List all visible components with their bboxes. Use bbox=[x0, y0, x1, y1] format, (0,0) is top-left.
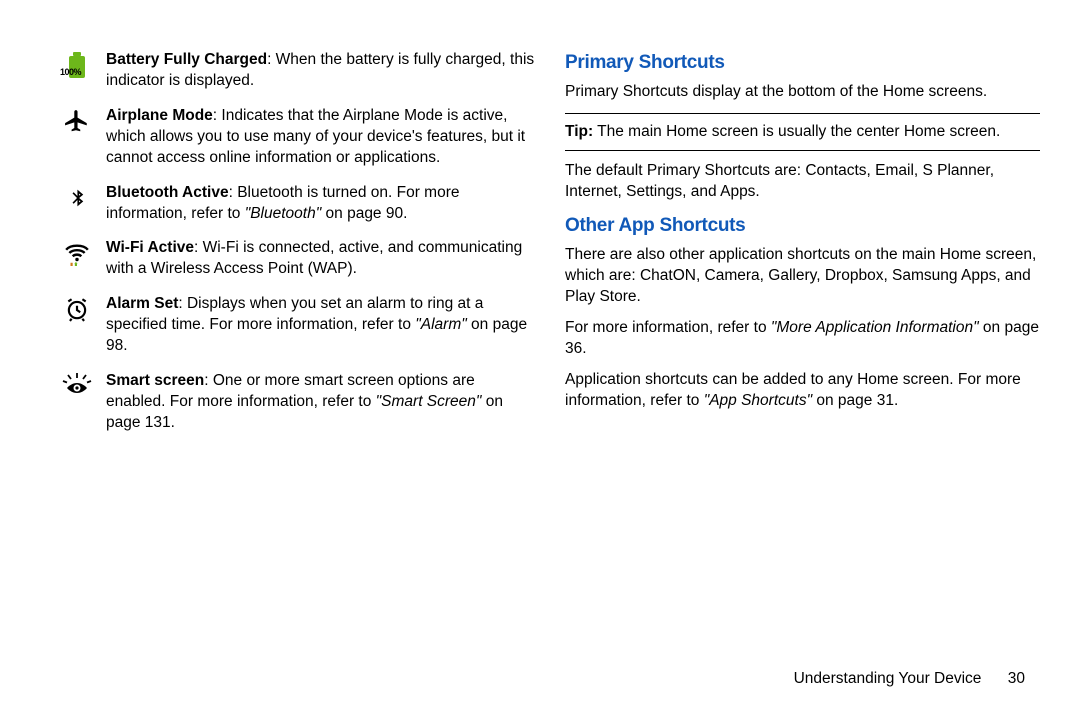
indicator-ref: "Alarm" bbox=[415, 316, 466, 333]
indicator-text: Airplane Mode: Indicates that the Airpla… bbox=[106, 106, 535, 169]
two-column-layout: 100% Battery Fully Charged: When the bat… bbox=[60, 50, 1040, 448]
footer-section: Understanding Your Device bbox=[794, 670, 982, 687]
other-shortcuts-desc: There are also other application shortcu… bbox=[565, 245, 1040, 308]
default-shortcuts-desc: The default Primary Shortcuts are: Conta… bbox=[565, 161, 1040, 203]
indicator-title: Bluetooth Active bbox=[106, 184, 229, 201]
heading-primary-shortcuts: Primary Shortcuts bbox=[565, 50, 1040, 76]
wifi-icon bbox=[60, 238, 94, 266]
ref-title: "More Application Information" bbox=[771, 319, 979, 336]
indicator-ref: "Smart Screen" bbox=[376, 393, 482, 410]
smart-screen-icon bbox=[60, 371, 94, 397]
right-column: Primary Shortcuts Primary Shortcuts disp… bbox=[565, 50, 1040, 448]
indicator-title: Airplane Mode bbox=[106, 107, 213, 124]
heading-other-app-shortcuts: Other App Shortcuts bbox=[565, 213, 1040, 239]
ref-lead: For more information, refer to bbox=[565, 319, 771, 336]
ref-title: "App Shortcuts" bbox=[704, 392, 812, 409]
indicator-text: Battery Fully Charged: When the battery … bbox=[106, 50, 535, 92]
indicator-row-airplane: Airplane Mode: Indicates that the Airpla… bbox=[60, 106, 535, 169]
app-shortcuts-ref: Application shortcuts can be added to an… bbox=[565, 370, 1040, 412]
indicator-body-b: on page 90. bbox=[321, 205, 407, 222]
indicator-row-smart-screen: Smart screen: One or more smart screen o… bbox=[60, 371, 535, 434]
tip-body: The main Home screen is usually the cent… bbox=[593, 123, 1000, 140]
bluetooth-icon bbox=[60, 183, 94, 211]
primary-shortcuts-desc: Primary Shortcuts display at the bottom … bbox=[565, 82, 1040, 103]
tip-label: Tip: bbox=[565, 123, 593, 140]
indicator-text: Bluetooth Active: Bluetooth is turned on… bbox=[106, 183, 535, 225]
alarm-icon bbox=[60, 294, 94, 322]
tip-block: Tip: The main Home screen is usually the… bbox=[565, 113, 1040, 152]
indicator-row-battery: 100% Battery Fully Charged: When the bat… bbox=[60, 50, 535, 92]
battery-full-icon: 100% bbox=[60, 50, 94, 78]
indicator-text: Alarm Set: Displays when you set an alar… bbox=[106, 294, 535, 357]
indicator-row-bluetooth: Bluetooth Active: Bluetooth is turned on… bbox=[60, 183, 535, 225]
ref-tail: on page 31. bbox=[812, 392, 898, 409]
indicator-text: Smart screen: One or more smart screen o… bbox=[106, 371, 535, 434]
left-column: 100% Battery Fully Charged: When the bat… bbox=[60, 50, 535, 448]
manual-page: 100% Battery Fully Charged: When the bat… bbox=[0, 0, 1080, 720]
airplane-icon bbox=[60, 106, 94, 134]
page-number: 30 bbox=[1008, 670, 1025, 687]
indicator-title: Alarm Set bbox=[106, 295, 178, 312]
indicator-row-wifi: Wi-Fi Active: Wi-Fi is connected, active… bbox=[60, 238, 535, 280]
indicator-title: Battery Fully Charged bbox=[106, 51, 267, 68]
indicator-title: Smart screen bbox=[106, 372, 204, 389]
page-footer: Understanding Your Device 30 bbox=[794, 670, 1025, 688]
indicator-title: Wi-Fi Active bbox=[106, 239, 194, 256]
indicator-row-alarm: Alarm Set: Displays when you set an alar… bbox=[60, 294, 535, 357]
indicator-text: Wi-Fi Active: Wi-Fi is connected, active… bbox=[106, 238, 535, 280]
indicator-ref: "Bluetooth" bbox=[245, 205, 322, 222]
more-app-info-ref: For more information, refer to "More App… bbox=[565, 318, 1040, 360]
